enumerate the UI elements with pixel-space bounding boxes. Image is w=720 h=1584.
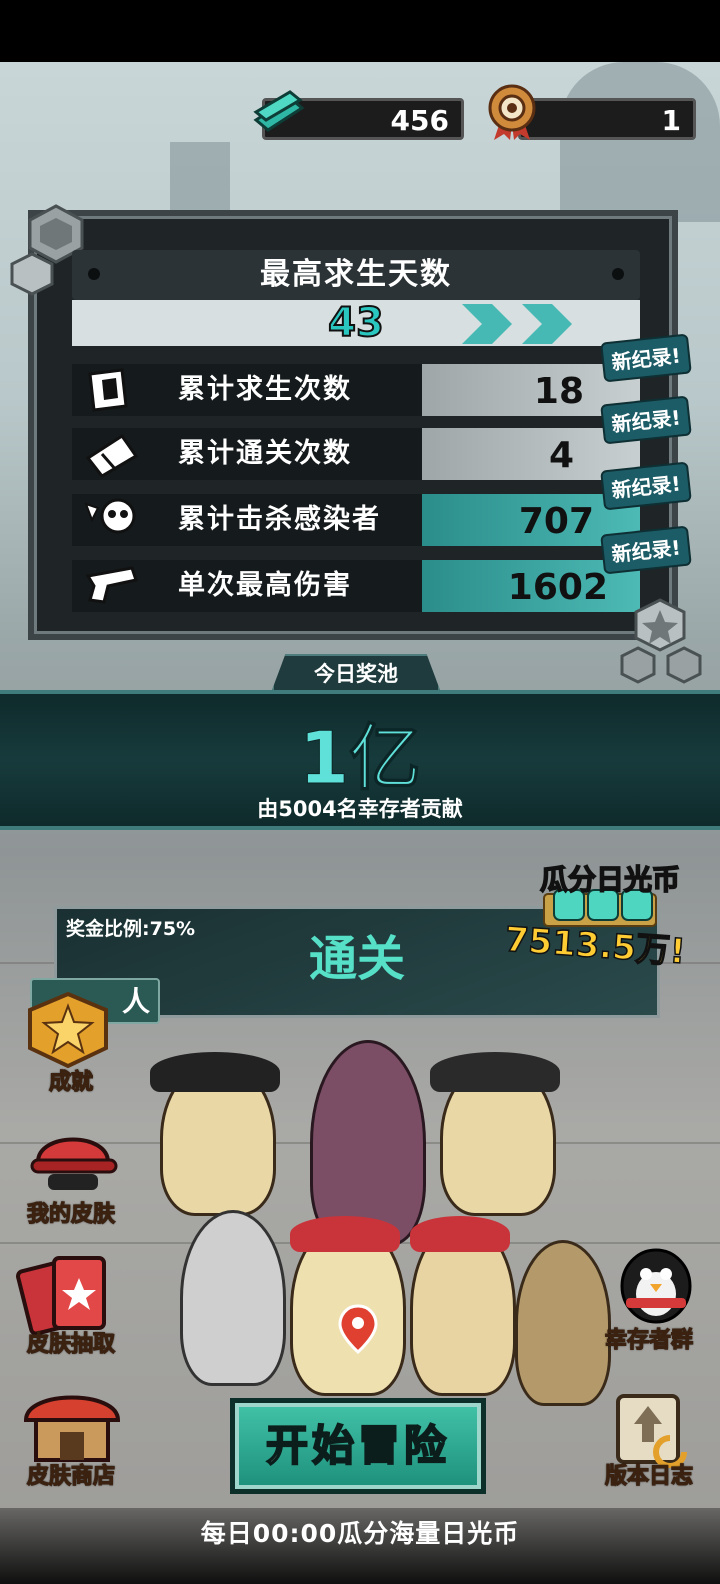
character-group	[120, 1040, 611, 1410]
skin-shop-label[interactable]: 皮肤商店	[6, 1458, 136, 1490]
hexagon-decoration-icon	[10, 252, 54, 296]
cap-icon	[150, 1052, 280, 1092]
location-pin-icon	[338, 1304, 378, 1354]
stat-label: 累计求生次数	[178, 374, 352, 405]
scroll-update-icon[interactable]	[604, 1388, 700, 1468]
red-cap-icon[interactable]	[18, 1122, 128, 1200]
cap-icon	[410, 1216, 510, 1252]
cash-stack-icon	[253, 90, 305, 132]
achievement-icon[interactable]	[18, 990, 118, 1070]
cards-icon[interactable]	[14, 1252, 134, 1336]
start-adventure-button[interactable]: 开始冒险	[230, 1398, 486, 1494]
prize-pool-amount: 1亿	[298, 716, 422, 800]
daily-note: 每日00:00瓜分海量日光币	[200, 1519, 520, 1548]
penguin-icon[interactable]	[612, 1236, 700, 1326]
my-skins-label[interactable]: 我的皮肤	[6, 1196, 136, 1228]
medal-counter: 1	[518, 98, 696, 140]
cap-icon	[290, 1216, 400, 1252]
stat-label: 单次最高伤害	[178, 570, 352, 601]
skull-icon	[84, 498, 136, 534]
version-log-label[interactable]: 版本日志	[584, 1458, 714, 1490]
stats-title: 最高求生天数	[260, 257, 452, 292]
prize-pool-tab: 今日奖池	[272, 654, 440, 690]
stat-value: 707	[518, 501, 594, 542]
achievement-label[interactable]: 成就	[6, 1064, 136, 1096]
survivor-group-label[interactable]: 幸存者群	[584, 1322, 714, 1354]
stat-value: 4	[548, 435, 574, 476]
ticket-icon	[85, 433, 139, 478]
status-bar-area	[0, 0, 720, 62]
shop-stall-icon[interactable]	[16, 1384, 128, 1464]
sun-coin-label: 瓜分日光币	[539, 862, 681, 897]
cap-icon	[430, 1052, 560, 1092]
prize-pool-contributors: 由5004名幸存者贡献	[257, 797, 463, 821]
medal-icon	[488, 84, 536, 140]
stat-label: 累计通关次数	[178, 438, 352, 469]
best-days-value: 43	[327, 299, 385, 347]
character-figure	[180, 1210, 286, 1386]
stat-value: 1602	[507, 567, 608, 608]
broken-tile-icon	[88, 368, 128, 412]
stat-label: 累计击杀感染者	[178, 504, 381, 535]
gun-icon	[85, 566, 138, 604]
stat-value: 18	[533, 371, 584, 412]
character-figure	[310, 1040, 426, 1246]
skin-draw-label[interactable]: 皮肤抽取	[6, 1326, 136, 1358]
star-hexagon-icon	[620, 598, 702, 684]
